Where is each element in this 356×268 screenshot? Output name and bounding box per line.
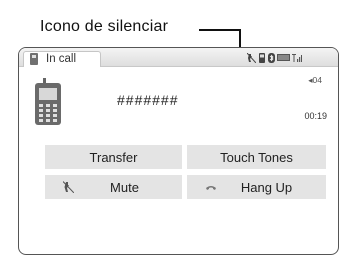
mute-button-label: Mute (110, 179, 139, 195)
tab-in-call[interactable]: In call (23, 51, 101, 67)
mute-icon (63, 181, 74, 193)
transfer-button-label: Transfer (89, 149, 138, 165)
bluetooth-icon (268, 52, 275, 63)
battery-icon (277, 54, 290, 61)
touch-tones-button[interactable]: Touch Tones (187, 145, 326, 169)
caller-number: ####### (117, 92, 179, 108)
callout-label: Icono de silenciar (40, 18, 169, 35)
mute-button[interactable]: Mute (45, 175, 182, 199)
mobile-phone-icon (35, 78, 61, 125)
callout-line (199, 29, 240, 31)
status-bar: In call (19, 48, 338, 67)
hang-up-icon (206, 186, 216, 190)
hang-up-button-label: Hang Up (240, 179, 293, 195)
mute-icon (247, 52, 256, 63)
in-call-screen: In call ####### ◂04 00:19 Transfer Touch… (18, 47, 339, 255)
hang-up-button[interactable]: Hang Up (187, 175, 326, 199)
handset-status-icon (259, 52, 265, 63)
phone-icon (30, 53, 38, 65)
status-icons (247, 52, 302, 63)
transfer-button[interactable]: Transfer (45, 145, 182, 169)
touch-tones-button-label: Touch Tones (220, 149, 293, 165)
tab-label: In call (46, 53, 77, 65)
signal-icon (292, 54, 302, 62)
call-timer: 00:19 (304, 111, 327, 121)
volume-level: ◂04 (308, 75, 322, 85)
